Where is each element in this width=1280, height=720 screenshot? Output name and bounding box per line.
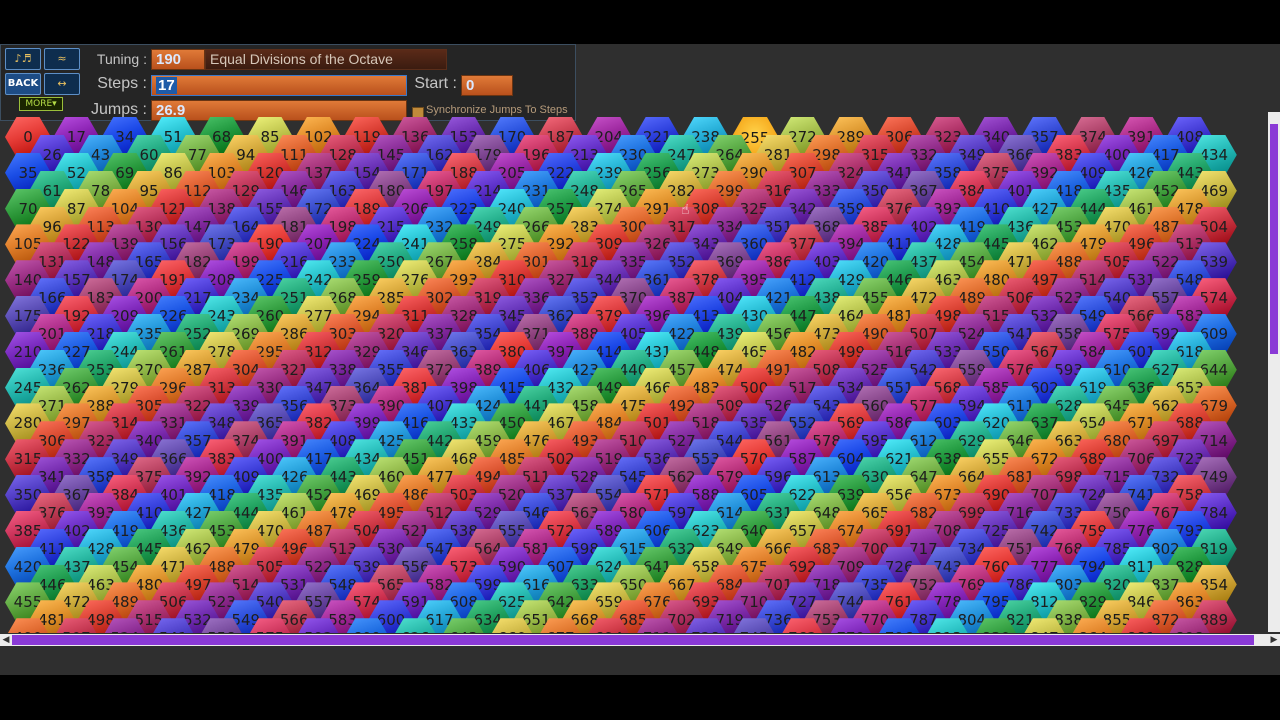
hex-key-grid: 0 17 34 51 68 85 102 119 136 153 170 187 204 221 238 25…: [0, 116, 1266, 633]
keys-icon-button[interactable]: ≈: [44, 48, 80, 70]
steps-value: 17: [156, 77, 177, 94]
tuning-label: Tuning :: [96, 51, 147, 67]
vertical-scrollbar[interactable]: [1268, 112, 1280, 632]
control-panel: ♪♬ ≈ BACK ↔ MORE▾ Tuning : 190 Equal Div…: [0, 44, 576, 121]
scroll-left-icon[interactable]: ◀: [0, 634, 12, 646]
app-window: ♪♬ ≈ BACK ↔ MORE▾ Tuning : 190 Equal Div…: [0, 44, 1280, 675]
notes-icon-button[interactable]: ♪♬: [5, 48, 41, 70]
steps-label: Steps :: [97, 75, 147, 92]
swap-icon-button[interactable]: ↔: [44, 73, 80, 95]
vertical-scroll-thumb[interactable]: [1270, 124, 1278, 354]
tuning-description: Equal Divisions of the Octave: [205, 49, 447, 70]
back-button[interactable]: BACK: [5, 73, 41, 95]
more-button[interactable]: MORE▾: [19, 97, 63, 111]
start-label: Start :: [414, 75, 457, 92]
horizontal-scroll-thumb[interactable]: [12, 635, 1254, 645]
sync-label: Synchronize Jumps To Steps: [426, 104, 568, 116]
start-input[interactable]: 0: [461, 75, 513, 96]
steps-input[interactable]: 17: [151, 75, 407, 96]
scroll-right-icon[interactable]: ▶: [1268, 634, 1280, 646]
tuning-input[interactable]: 190: [151, 49, 205, 70]
mouse-pointer-icon: ☝: [681, 202, 690, 218]
horizontal-scrollbar[interactable]: ◀ ▶: [0, 634, 1280, 646]
